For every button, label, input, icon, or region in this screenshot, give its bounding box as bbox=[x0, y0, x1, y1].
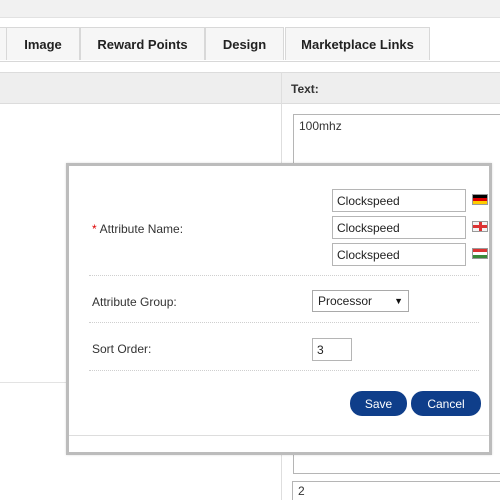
flag-de-icon bbox=[472, 194, 488, 205]
attribute-name-input-de[interactable] bbox=[332, 189, 466, 212]
top-bar bbox=[0, 0, 500, 18]
tab-design[interactable]: Design bbox=[205, 27, 284, 60]
tab-bar: Image Reward Points Design Marketplace L… bbox=[0, 27, 500, 62]
sort-order-input[interactable] bbox=[312, 338, 352, 361]
attribute-group-select[interactable]: Processor ▼ bbox=[312, 290, 409, 312]
sort-order-label: Sort Order: bbox=[92, 342, 152, 356]
attribute-name-input-hu[interactable] bbox=[332, 243, 466, 266]
tab-image[interactable]: Image bbox=[6, 27, 80, 60]
attribute-dialog: *Attribute Name: Attribute Group: Proces… bbox=[66, 163, 492, 455]
background-text-input[interactable]: 2 bbox=[292, 481, 500, 500]
tab-marketplace-links[interactable]: Marketplace Links bbox=[285, 27, 430, 60]
save-button[interactable]: Save bbox=[350, 391, 407, 416]
tab-reward-points[interactable]: Reward Points bbox=[80, 27, 205, 60]
table-header-band bbox=[0, 72, 500, 104]
flag-hu-icon bbox=[472, 248, 488, 259]
attribute-name-input-en[interactable] bbox=[332, 216, 466, 239]
chevron-down-icon: ▼ bbox=[394, 296, 403, 306]
attribute-group-selected: Processor bbox=[318, 294, 373, 308]
attribute-name-label: * Attribute Name: bbox=[92, 222, 184, 236]
text-column-label: Text: bbox=[291, 82, 319, 96]
attribute-name-row: * Attribute Name: bbox=[89, 166, 488, 276]
flag-gb-icon bbox=[472, 221, 488, 232]
attribute-group-row: Attribute Group: bbox=[89, 276, 479, 323]
required-marker: * bbox=[92, 222, 97, 236]
sort-order-row: Sort Order: bbox=[89, 323, 479, 371]
cancel-button[interactable]: Cancel bbox=[411, 391, 481, 416]
attribute-group-label: Attribute Group: bbox=[92, 295, 177, 309]
dialog-footer-divider bbox=[69, 435, 489, 436]
